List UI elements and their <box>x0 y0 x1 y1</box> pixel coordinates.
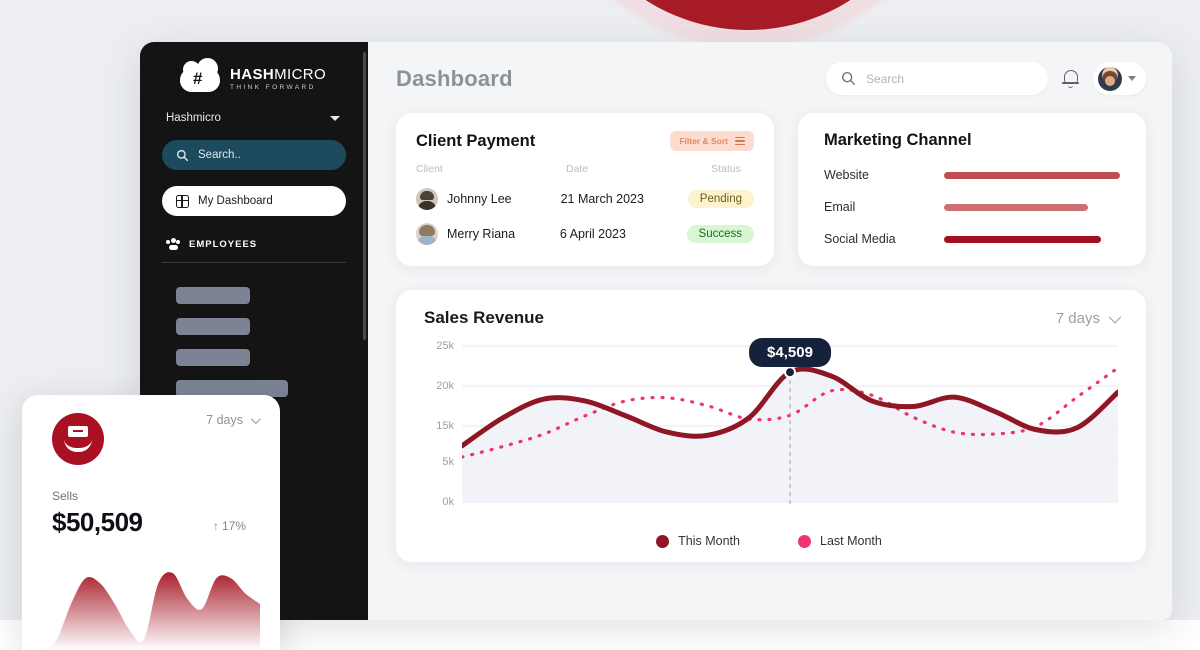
sells-widget: 7 days Sells $50,509 ↑ 17% <box>22 395 280 650</box>
marketing-label: Social Media <box>824 232 896 246</box>
y-axis-tick-label: 15k <box>436 420 454 432</box>
status-badge: Pending <box>687 190 754 208</box>
legend-label: Last Month <box>820 534 882 548</box>
hashmicro-cloud-icon: # <box>180 58 222 94</box>
user-menu[interactable] <box>1093 62 1146 95</box>
chevron-down-icon <box>330 115 340 121</box>
sidebar-search-input[interactable]: Search.. <box>162 140 346 170</box>
header-search-input[interactable]: Search <box>826 62 1048 95</box>
client-payment-title: Client Payment <box>416 131 536 150</box>
date-range-selector[interactable]: 7 days <box>1055 309 1122 327</box>
brand-name-light: MICRO <box>274 65 327 83</box>
marketing-row: Social Media <box>824 232 1124 246</box>
sidebar-item-my-dashboard[interactable]: My Dashboard <box>162 186 346 216</box>
main-content: Dashboard Search Client Payment Filter &… <box>368 42 1172 620</box>
top-bar: Dashboard Search <box>396 62 1146 95</box>
table-row[interactable]: Johnny Lee 21 March 2023 Pending <box>416 188 754 210</box>
bell-icon[interactable] <box>1062 69 1079 88</box>
widget-metric-label: Sells <box>52 489 79 503</box>
avatar <box>1098 66 1122 91</box>
chart-tooltip: $4,509 <box>749 338 831 368</box>
sales-revenue-card: Sales Revenue 7 days 25k 20k 15k 5k 0k $4,50… <box>396 290 1146 562</box>
sidebar-section-employees: EMPLOYEES <box>162 238 346 263</box>
marketing-bar <box>944 235 1101 243</box>
brand-name-bold: HASH <box>230 65 275 83</box>
chevron-down-icon <box>1128 76 1136 81</box>
brand-logo: # HASHMICRO THINK FORWARD <box>140 42 368 94</box>
sales-revenue-title: Sales Revenue <box>424 308 545 327</box>
sidebar-item-label: My Dashboard <box>198 195 273 207</box>
sidebar-search-placeholder: Search.. <box>198 149 241 161</box>
sidebar-placeholder-item[interactable] <box>176 349 250 366</box>
client-payment-card: Client Payment Filter & Sort Client Date… <box>396 113 774 266</box>
page-title: Dashboard <box>396 65 513 91</box>
marketing-label: Email <box>824 200 856 214</box>
widget-date-range-selector[interactable]: 7 days <box>206 413 261 427</box>
y-axis-tick-label: 25k <box>436 340 454 352</box>
legend-item-this-month[interactable]: This Month <box>656 534 740 548</box>
table-header-row: Client Date Status <box>416 163 754 175</box>
payment-date: 6 April 2023 <box>559 227 626 241</box>
marketing-row: Website <box>824 168 1124 182</box>
header-search-placeholder: Search <box>866 71 905 86</box>
app-window: # HASHMICRO THINK FORWARD Hashmicro Sear… <box>140 42 1172 620</box>
y-axis-tick-label: 0k <box>442 496 454 508</box>
marketing-row: Email <box>824 200 1124 214</box>
chevron-down-icon <box>1108 310 1122 323</box>
marketing-bar <box>944 171 1121 179</box>
legend-label: This Month <box>678 534 740 548</box>
cards-row: Client Payment Filter & Sort Client Date… <box>396 113 1146 266</box>
dashboard-grid-icon <box>176 194 189 208</box>
org-name: Hashmicro <box>166 112 221 124</box>
date-range-label: 7 days <box>1055 309 1100 327</box>
delta-arrow-icon: ↑ <box>212 519 219 533</box>
widget-value: $50,509 <box>52 507 143 537</box>
legend-color-dot <box>656 534 670 548</box>
sidebar-placeholder-item[interactable] <box>176 318 250 335</box>
search-icon <box>176 149 189 161</box>
widget-range-label: 7 days <box>206 413 243 427</box>
column-header-client: Client <box>416 163 443 175</box>
sidebar-placeholder-item[interactable] <box>176 287 250 304</box>
y-axis-tick-label: 5k <box>442 456 454 468</box>
marketing-bar <box>944 203 1088 211</box>
marketing-channel-card: Marketing Channel Website Email Social M… <box>798 113 1146 266</box>
table-row[interactable]: Merry Riana 6 April 2023 Success <box>416 223 754 245</box>
legend-color-dot <box>798 534 811 548</box>
column-header-date: Date <box>566 163 589 175</box>
search-icon <box>841 71 856 86</box>
brand-tagline: THINK FORWARD <box>230 83 316 91</box>
sidebar-section-label: EMPLOYEES <box>189 238 258 250</box>
widget-chart-svg <box>42 572 260 650</box>
legend-item-last-month[interactable]: Last Month <box>798 534 882 548</box>
org-switcher[interactable]: Hashmicro <box>166 112 340 124</box>
sidebar-scrollbar[interactable] <box>363 52 366 340</box>
status-badge: Success <box>686 225 754 243</box>
column-header-status: Status <box>711 163 741 175</box>
sales-revenue-chart: 25k 20k 15k 5k 0k $4,509 <box>414 334 1124 530</box>
marketing-label: Website <box>824 168 869 182</box>
widget-delta: ↑ 17% <box>213 519 246 538</box>
delta-value: 17% <box>221 519 246 533</box>
widget-area-chart <box>22 558 280 650</box>
filter-button-label: Filter & Sort <box>679 136 728 146</box>
chart-legend: This Month Last Month <box>414 534 1124 548</box>
y-axis-tick-label: 20k <box>436 380 454 392</box>
client-payment-table: Client Date Status Johnny Lee 21 March 2… <box>416 163 754 245</box>
y-axis-ticks: 25k 20k 15k 5k 0k <box>414 334 454 510</box>
filter-icon <box>735 136 745 146</box>
avatar <box>416 223 438 245</box>
avatar <box>416 188 438 210</box>
client-name: Johnny Lee <box>447 192 512 206</box>
marketing-channel-title: Marketing Channel <box>824 131 972 149</box>
filter-and-sort-button[interactable]: Filter & Sort <box>670 131 754 151</box>
chevron-down-icon <box>250 413 261 424</box>
screenshot-root: # HASHMICRO THINK FORWARD Hashmicro Sear… <box>0 0 1200 650</box>
client-name: Merry Riana <box>447 227 516 241</box>
people-icon <box>166 238 180 250</box>
sales-handshake-icon <box>52 413 104 465</box>
payment-date: 21 March 2023 <box>560 192 644 206</box>
